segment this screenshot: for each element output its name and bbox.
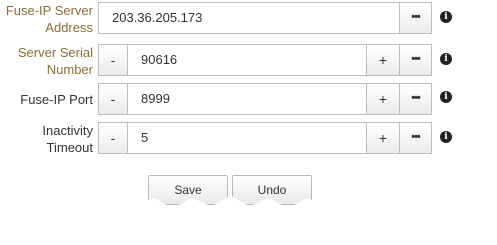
inactivity-timeout-more-button[interactable]: ••• <box>399 122 432 154</box>
port-more-button[interactable]: ••• <box>399 83 432 115</box>
port-value: 8999 <box>141 91 170 106</box>
inactivity-timeout-row: Inactivity Timeout - 5 + ••• i <box>0 122 480 156</box>
more-icon: ••• <box>411 53 421 65</box>
inactivity-timeout-info-icon[interactable]: i <box>440 131 452 143</box>
server-address-more-button[interactable]: ••• <box>399 2 432 34</box>
serial-number-label: Server Serial Number <box>17 45 93 77</box>
inactivity-timeout-label: Inactivity Timeout <box>42 123 93 155</box>
more-icon: ••• <box>411 11 421 23</box>
save-button[interactable]: Save <box>148 175 228 205</box>
server-address-row: Fuse-IP Server Address 203.36.205.173 ••… <box>0 2 480 36</box>
port-decrement-button[interactable]: - <box>98 83 128 115</box>
server-address-value: 203.36.205.173 <box>112 10 203 25</box>
more-icon: ••• <box>411 92 421 104</box>
inactivity-timeout-value: 5 <box>141 130 149 145</box>
settings-panel: Fuse-IP Server Address 203.36.205.173 ••… <box>0 0 480 209</box>
port-input[interactable]: 8999 <box>127 83 367 115</box>
serial-number-row: Server Serial Number - 90616 + ••• i <box>0 44 480 78</box>
port-info-icon[interactable]: i <box>440 91 452 103</box>
serial-number-increment-button[interactable]: + <box>366 44 400 76</box>
serial-number-decrement-button[interactable]: - <box>98 44 128 76</box>
inactivity-timeout-decrement-button[interactable]: - <box>98 122 128 154</box>
serial-number-value: 90616 <box>141 52 178 67</box>
serial-number-input[interactable]: 90616 <box>127 44 367 76</box>
inactivity-timeout-increment-button[interactable]: + <box>366 122 400 154</box>
undo-button[interactable]: Undo <box>232 175 312 205</box>
server-address-label: Fuse-IP Server Address <box>5 3 93 35</box>
inactivity-timeout-input[interactable]: 5 <box>127 122 367 154</box>
more-icon: ••• <box>411 131 421 143</box>
port-increment-button[interactable]: + <box>366 83 400 115</box>
server-address-info-icon[interactable]: i <box>440 11 452 23</box>
port-row: Fuse-IP Port - 8999 + ••• i <box>0 83 480 117</box>
serial-number-info-icon[interactable]: i <box>440 53 452 65</box>
server-address-input[interactable]: 203.36.205.173 <box>98 2 400 34</box>
port-label: Fuse-IP Port <box>20 92 93 107</box>
serial-number-more-button[interactable]: ••• <box>399 44 432 76</box>
